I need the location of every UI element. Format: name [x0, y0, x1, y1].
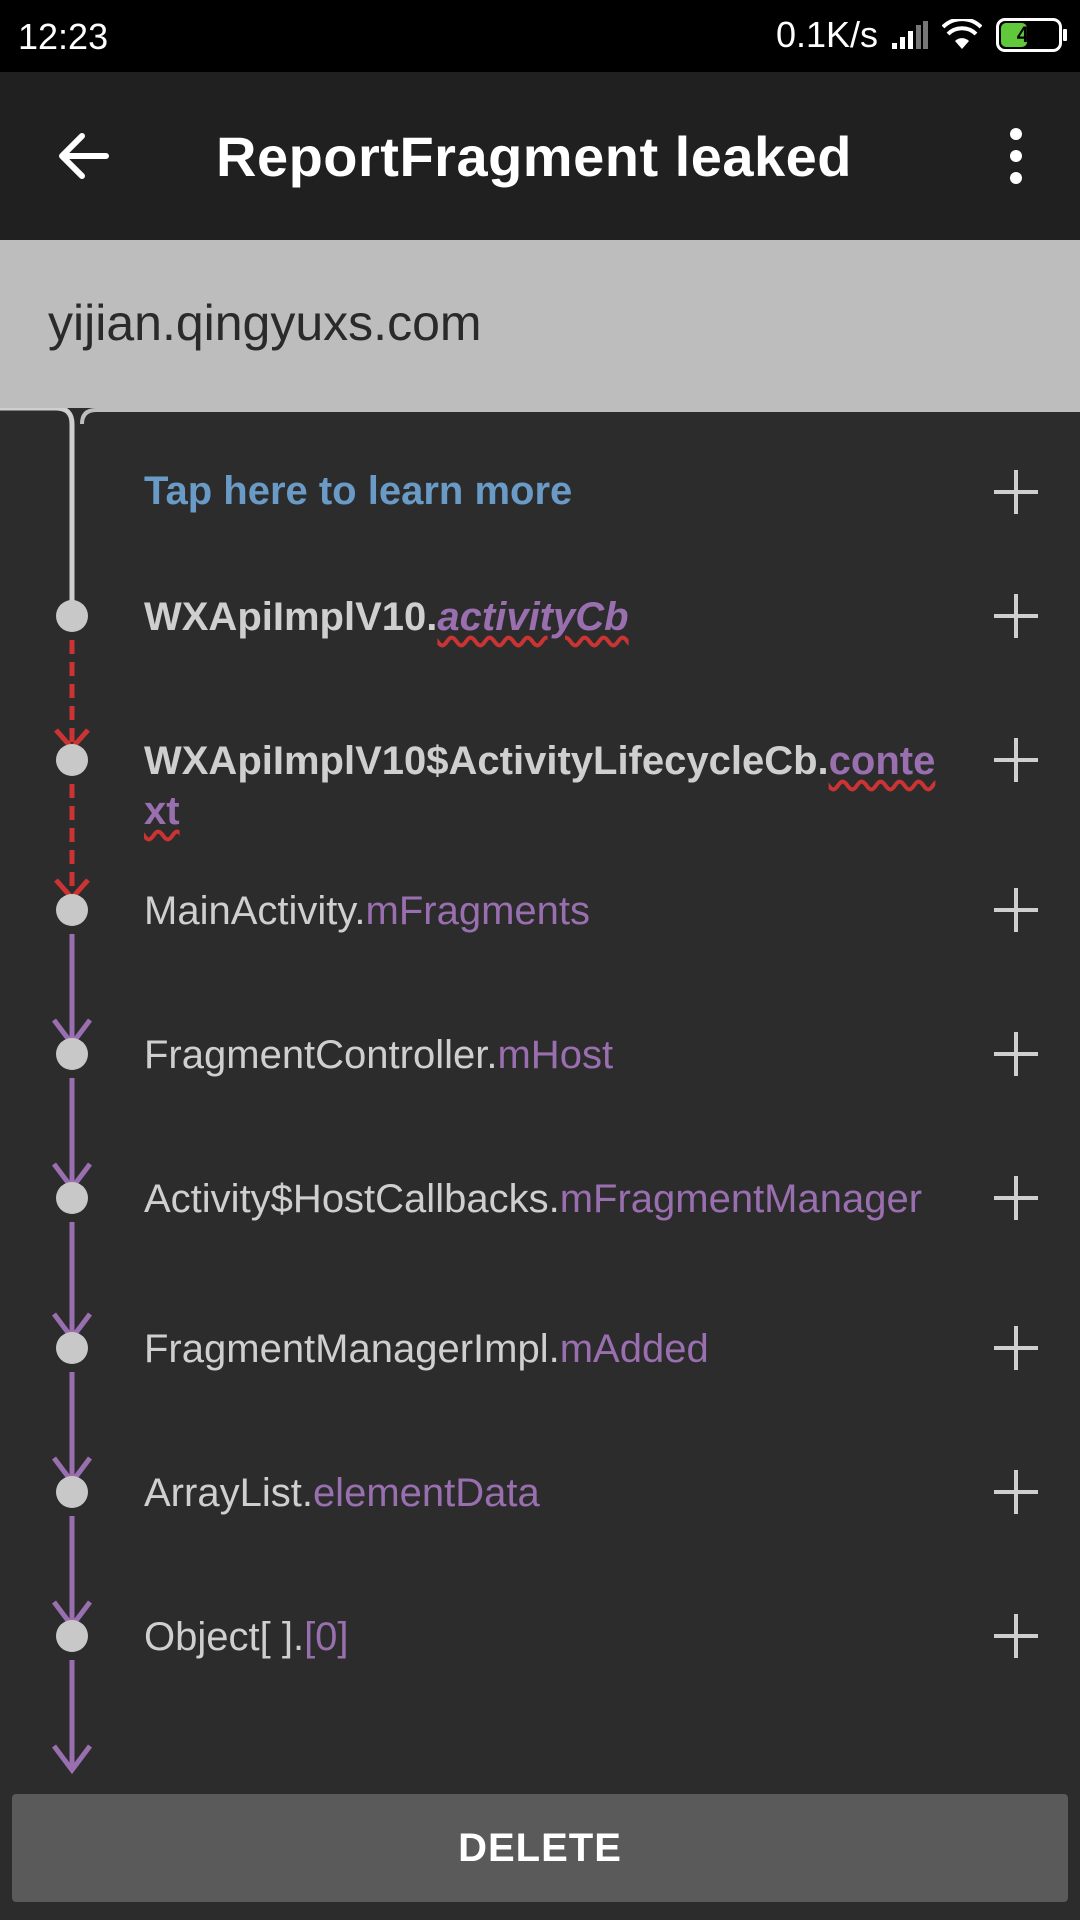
- battery-level: 46: [1016, 22, 1042, 47]
- status-time: 12:23: [18, 16, 109, 57]
- trace-node-dot: [56, 1476, 88, 1508]
- learn-more-link[interactable]: Tap here to learn more: [144, 466, 944, 516]
- delete-button[interactable]: DELETE: [12, 1794, 1068, 1902]
- expand-plus-icon[interactable]: [994, 1032, 1038, 1076]
- trace-row-label: ArrayList.elementData: [144, 1471, 540, 1515]
- expand-plus-icon[interactable]: [994, 738, 1038, 782]
- trace-node-dot: [56, 1620, 88, 1652]
- reference-field: mFragmentManager: [559, 1177, 923, 1221]
- trace-row-label: FragmentController.mHost: [144, 1033, 614, 1077]
- reference-field: mAdded: [559, 1327, 709, 1371]
- expand-plus-icon[interactable]: [994, 1176, 1038, 1220]
- expand-plus-icon[interactable]: [994, 594, 1038, 638]
- trace-row-label: MainActivity.mFragments: [144, 889, 591, 933]
- trace-node-dot: [56, 1332, 88, 1364]
- trace-node-dot: [56, 1182, 88, 1214]
- package-header: yijian.qingyuxs.com: [0, 240, 1080, 408]
- back-arrow-icon[interactable]: [52, 124, 116, 188]
- reference-field: [0]: [304, 1615, 349, 1659]
- status-icons: 0.1K/s 46: [775, 14, 1067, 56]
- trace-row-label: WXApiImplV10$ActivityLifecycleCb.context: [144, 739, 936, 833]
- expand-plus-icon[interactable]: [994, 1470, 1038, 1514]
- battery-icon: 46: [996, 18, 1067, 52]
- leak-trace: Tap here to learn more WXApiImplV10.acti…: [0, 408, 1080, 1788]
- more-vert-icon[interactable]: [992, 124, 1040, 188]
- expand-plus-icon[interactable]: [994, 470, 1038, 514]
- signal-icon: [892, 21, 928, 49]
- trace-row-label: Activity$HostCallbacks.mFragmentManager: [144, 1177, 923, 1221]
- wifi-icon: [942, 19, 982, 49]
- package-name: yijian.qingyuxs.com: [48, 295, 482, 351]
- app-bar: ReportFragment leaked: [0, 72, 1080, 240]
- expand-plus-icon[interactable]: [994, 888, 1038, 932]
- leaking-field: activityCb: [437, 595, 629, 639]
- reference-field: elementData: [312, 1471, 540, 1515]
- page-title: ReportFragment leaked: [216, 125, 852, 188]
- network-speed: 0.1K/s: [775, 14, 878, 55]
- trace-node-dot: [56, 1038, 88, 1070]
- expand-plus-icon[interactable]: [994, 1326, 1038, 1370]
- reference-field: mHost: [497, 1033, 614, 1077]
- trace-node-dot: [56, 600, 88, 632]
- trace-row-label: Object[ ].[0]: [144, 1615, 349, 1659]
- reference-field: mFragments: [365, 889, 591, 933]
- trace-node-dot: [56, 744, 88, 776]
- expand-plus-icon[interactable]: [994, 1614, 1038, 1658]
- trace-node-dot: [56, 894, 88, 926]
- trace-row-label: WXApiImplV10.activityCb: [144, 595, 629, 639]
- status-bar: 12:23 0.1K/s 46: [0, 0, 1080, 72]
- trace-row-label: FragmentManagerImpl.mAdded: [144, 1327, 709, 1371]
